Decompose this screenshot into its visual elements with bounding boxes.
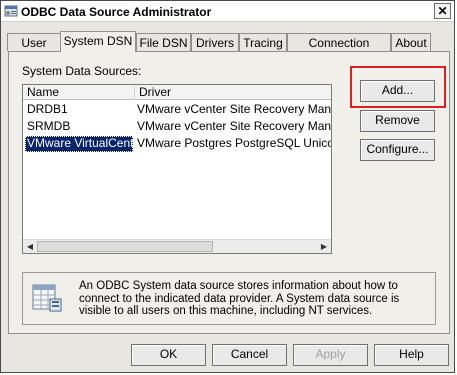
title-bar: ODBC Data Source Administrator ✕ (1, 1, 454, 22)
column-header-driver[interactable]: Driver (135, 85, 331, 100)
tab-label: Drivers (196, 36, 234, 50)
scroll-left-icon[interactable]: ◀ (24, 241, 36, 252)
tab-file-dsn[interactable]: File DSN (136, 33, 191, 51)
system-data-sources-label: System Data Sources: (22, 64, 142, 78)
ok-button[interactable]: OK (131, 344, 206, 366)
tab-label: Tracing (243, 36, 283, 50)
info-description: An ODBC System data source stores inform… (79, 280, 400, 317)
dialog-footer: OK Cancel Apply Help (1, 339, 454, 372)
system-dsn-panel: System Data Sources: Name Driver DRDB1 V… (8, 51, 450, 334)
cancel-button[interactable]: Cancel (212, 344, 287, 366)
list-item[interactable]: DRDB1 VMware vCenter Site Recovery Manag… (23, 102, 331, 118)
info-group: An ODBC System data source stores inform… (22, 272, 436, 325)
tab-user-dsn[interactable]: User DSN (7, 33, 61, 64)
tab-drivers[interactable]: Drivers (191, 33, 239, 51)
list-item[interactable]: SRMDB VMware vCenter Site Recovery Manag… (23, 119, 331, 135)
odbc-admin-icon (4, 5, 18, 17)
column-header-name[interactable]: Name (23, 85, 135, 100)
dsn-name: DRDB1 (27, 102, 68, 116)
database-table-icon (32, 284, 62, 312)
window-title: ODBC Data Source Administrator (21, 5, 212, 19)
dsn-driver: VMware vCenter Site Recovery Manage (137, 102, 331, 116)
tab-label: File DSN (139, 36, 188, 50)
close-icon: ✕ (437, 4, 448, 18)
highlight-annotation (350, 66, 446, 108)
dsn-name: VMware VirtualCenter (25, 136, 133, 152)
tab-connection-pooling[interactable]: Connection Pooling (287, 33, 391, 64)
dsn-driver: VMware Postgres PostgreSQL Unicode 6 (137, 136, 331, 150)
close-button[interactable]: ✕ (434, 3, 451, 19)
odbc-admin-window: ODBC Data Source Administrator ✕ User DS… (0, 0, 455, 373)
scroll-right-icon[interactable]: ▶ (318, 241, 330, 252)
tab-about[interactable]: About (391, 33, 431, 51)
dsn-name: SRMDB (27, 119, 71, 133)
tab-label: About (395, 36, 427, 50)
help-button[interactable]: Help (374, 344, 449, 366)
apply-button: Apply (293, 344, 368, 366)
list-header: Name Driver (23, 85, 331, 100)
horizontal-scrollbar[interactable]: ◀ ▶ (23, 239, 331, 253)
remove-button[interactable]: Remove (360, 110, 435, 132)
tab-tracing[interactable]: Tracing (239, 33, 287, 51)
tab-label: System DSN (63, 34, 133, 48)
scrollbar-thumb[interactable] (37, 241, 213, 252)
configure-button[interactable]: Configure... (360, 139, 435, 161)
dsn-driver: VMware vCenter Site Recovery Manage (137, 119, 331, 133)
tab-system-dsn[interactable]: System DSN (60, 31, 136, 52)
list-item-selected[interactable]: VMware VirtualCenter VMware Postgres Pos… (23, 136, 331, 152)
system-data-sources-list[interactable]: Name Driver DRDB1 VMware vCenter Site Re… (22, 84, 332, 254)
